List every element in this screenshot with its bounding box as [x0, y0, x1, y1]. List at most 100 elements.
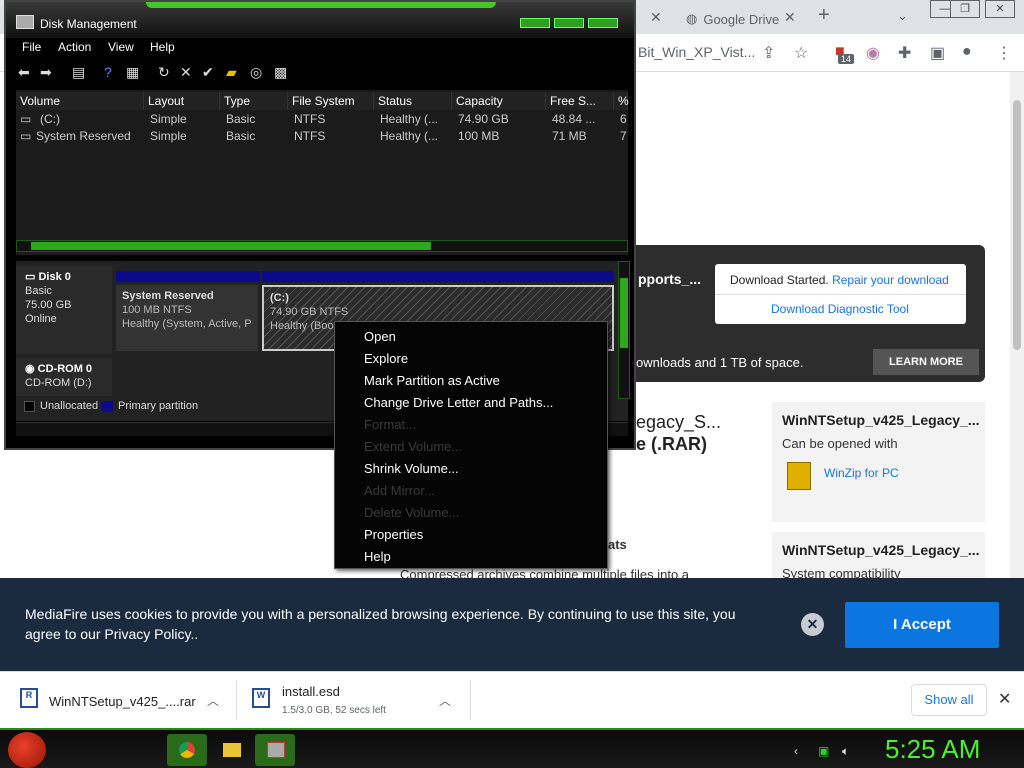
download-item[interactable]: R WinNTSetup_v425_....rar ︿: [20, 672, 230, 729]
cdrom-0-label[interactable]: ◉ CD-ROM 0 CD-ROM (D:): [16, 358, 112, 396]
menu-item-change-drive-letter[interactable]: Change Drive Letter and Paths...: [364, 395, 553, 410]
unallocated-swatch: [24, 401, 35, 412]
card-title: WinNTSetup_v425_Legacy_...: [782, 412, 980, 428]
profile-avatar-icon[interactable]: ●: [962, 43, 972, 61]
esd-file-icon: W: [252, 688, 270, 708]
partition-system-reserved[interactable]: System Reserved 100 MB NTFS Healthy (Sys…: [116, 285, 258, 351]
app-icon: [16, 15, 34, 29]
repair-download-link[interactable]: Repair your download: [832, 273, 949, 287]
delete-icon[interactable]: ✕: [180, 64, 192, 81]
globe-icon: ◍: [686, 11, 698, 26]
tray-arrow-icon[interactable]: ‹: [794, 744, 798, 758]
scroll-thumb[interactable]: [1013, 100, 1021, 350]
menu-view[interactable]: View: [108, 40, 134, 54]
console-tree-icon[interactable]: ▤: [72, 64, 85, 81]
chrome-taskbar-icon[interactable]: [167, 734, 207, 766]
restore-button[interactable]: ❐: [950, 0, 980, 18]
column-capacity[interactable]: Capacity: [452, 92, 546, 110]
winzip-link[interactable]: WinZip for PC: [824, 466, 899, 480]
column-percent[interactable]: %: [614, 92, 629, 110]
cell-volume: System Reserved: [36, 129, 131, 143]
menu-item-add-mirror: Add Mirror...: [364, 483, 435, 498]
accept-cookies-button[interactable]: I Accept: [845, 602, 999, 648]
close-window-button[interactable]: ✕: [985, 0, 1015, 18]
cookie-close-button[interactable]: ✕: [801, 613, 824, 636]
menu-item-properties[interactable]: Properties: [364, 527, 423, 542]
cell-status: Healthy (...: [380, 112, 439, 126]
disk-icon: ▭: [25, 271, 39, 283]
column-type[interactable]: Type: [220, 92, 288, 110]
card-subtitle: Can be opened with: [782, 436, 898, 451]
back-arrow-icon[interactable]: ⬅: [18, 64, 30, 81]
search-icon[interactable]: ◎: [250, 64, 262, 81]
cell-free-space: 71 MB: [552, 129, 587, 143]
menu-file[interactable]: File: [22, 40, 41, 54]
menu-kebab-icon[interactable]: ⋮: [996, 43, 1012, 63]
column-status[interactable]: Status: [374, 92, 452, 110]
chevron-down-icon[interactable]: ⌄: [897, 8, 908, 24]
menu-action[interactable]: Action: [58, 40, 91, 54]
cell-volume: (C:): [40, 112, 60, 126]
partition-name: (C:): [270, 292, 289, 304]
column-layout[interactable]: Layout: [144, 92, 220, 110]
download-started-text: Download Started.: [730, 273, 829, 287]
disk-management-taskbar-icon[interactable]: [255, 734, 295, 766]
cell-filesystem: NTFS: [294, 129, 326, 143]
close-shelf-icon[interactable]: ✕: [998, 689, 1011, 709]
explorer-taskbar-icon[interactable]: [211, 734, 251, 766]
new-tab-icon[interactable]: +: [818, 4, 830, 27]
learn-more-button[interactable]: LEARN MORE: [873, 349, 979, 375]
primary-partition-swatch: [102, 401, 113, 412]
tab-google-drive[interactable]: ◍ Google Drive: [686, 4, 779, 34]
forward-arrow-icon[interactable]: ➡: [40, 64, 52, 81]
address-bar[interactable]: Bit_Win_XP_Vist...: [638, 44, 755, 60]
close-button[interactable]: [588, 18, 618, 28]
properties-icon[interactable]: ▦: [126, 64, 139, 81]
extension-flag-icon[interactable]: ◉: [866, 43, 880, 63]
disk-0-label[interactable]: ▭ Disk 0 Basic 75.00 GB Online: [16, 266, 112, 354]
settings-icon[interactable]: ▩: [274, 64, 287, 81]
drive-icon: ▭: [20, 112, 32, 126]
refresh-icon[interactable]: ↻: [158, 64, 170, 81]
horizontal-scrollbar[interactable]: [16, 240, 628, 252]
start-button-angry-bird-icon[interactable]: [8, 732, 46, 768]
volume-icon[interactable]: 🔈︎: [842, 744, 849, 759]
column-volume[interactable]: Volume: [16, 92, 144, 110]
legend-primary: Primary partition: [118, 400, 199, 412]
volume-list: Volume Layout Type File System Status Ca…: [16, 90, 629, 255]
download-item[interactable]: W install.esd 1.5/3.0 GB, 52 secs left ︿: [252, 672, 462, 729]
menu-item-help[interactable]: Help: [364, 549, 391, 564]
vertical-scrollbar[interactable]: [618, 261, 630, 399]
title-bar[interactable]: Disk Management: [6, 2, 634, 38]
cell-capacity: 100 MB: [458, 129, 500, 143]
clock[interactable]: 5:25 AM: [885, 734, 980, 765]
menu-item-explore[interactable]: Explore: [364, 351, 408, 366]
maximize-button[interactable]: [554, 18, 584, 28]
scroll-thumb[interactable]: [620, 278, 628, 348]
chevron-up-icon[interactable]: ︿: [439, 692, 451, 709]
network-icon[interactable]: ▣: [818, 744, 829, 758]
card-title: WinNTSetup_v425_Legacy_...: [782, 542, 980, 558]
column-filesystem[interactable]: File System: [288, 92, 374, 110]
side-panel-icon[interactable]: ▣: [930, 43, 945, 63]
diagnostic-tool-link[interactable]: Download Diagnostic Tool: [771, 302, 909, 316]
scroll-thumb[interactable]: [31, 242, 431, 250]
chevron-up-icon[interactable]: ︿: [207, 692, 219, 709]
folder-icon[interactable]: ▰: [226, 64, 237, 81]
show-all-button[interactable]: Show all: [911, 684, 987, 716]
check-icon[interactable]: ✔: [202, 64, 214, 81]
minimize-button[interactable]: [520, 18, 550, 28]
close-tab-icon[interactable]: ✕: [650, 9, 662, 26]
bookmark-star-icon[interactable]: ☆: [794, 43, 808, 63]
menu-help[interactable]: Help: [150, 40, 175, 54]
context-menu: Open Explore Mark Partition as Active Ch…: [334, 321, 608, 569]
column-free-space[interactable]: Free S...: [546, 92, 614, 110]
close-tab-icon[interactable]: ✕: [784, 9, 796, 26]
help-icon[interactable]: ?: [104, 64, 112, 80]
share-icon[interactable]: ⇪: [762, 43, 775, 63]
puzzle-icon[interactable]: ✚: [898, 43, 911, 63]
menu-item-mark-active[interactable]: Mark Partition as Active: [364, 373, 500, 388]
menu-item-open[interactable]: Open: [364, 329, 396, 344]
menu-item-shrink-volume[interactable]: Shrink Volume...: [364, 461, 459, 476]
partition-size: 74.90 GB NTFS: [270, 306, 349, 318]
